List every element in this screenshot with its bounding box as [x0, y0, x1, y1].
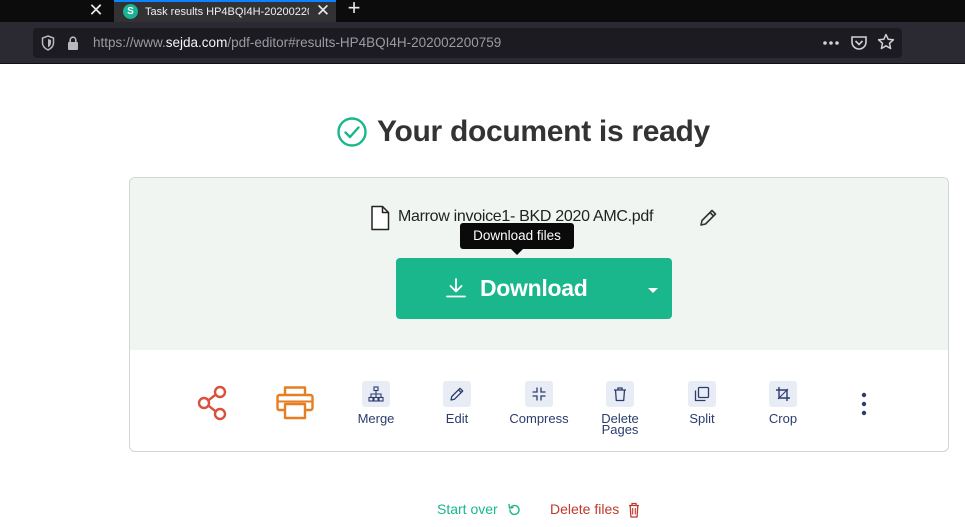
- crop-icon: [776, 387, 790, 401]
- tool-edit-label: Edit: [445, 411, 469, 426]
- tool-delete-pages[interactable]: Delete Pages: [580, 350, 660, 451]
- split-icon-tile: [688, 381, 716, 407]
- rename-pencil-icon[interactable]: [698, 208, 718, 228]
- url-prefix: https://www.: [93, 35, 166, 50]
- url-text[interactable]: https://www.sejda.com/pdf-editor#results…: [93, 35, 501, 51]
- download-tooltip: Download files: [460, 223, 574, 249]
- result-card-top: Marrow invoice1- BKD 2020 AMC.pdf Downlo…: [130, 178, 948, 350]
- download-label: Download: [480, 275, 588, 301]
- caret-down-icon: [648, 288, 658, 293]
- delete-pages-line2: Pages: [601, 422, 639, 437]
- delete-pages-icon-tile: [606, 381, 634, 407]
- tool-merge[interactable]: Merge: [336, 350, 416, 451]
- close-tab-icon[interactable]: ✕: [315, 2, 331, 22]
- url-path: /pdf-editor#results-HP4BQI4H-20200220075…: [227, 35, 502, 50]
- merge-icon: [368, 386, 384, 402]
- page-title: Your document is ready: [377, 115, 710, 148]
- compress-icon-tile: [525, 381, 553, 407]
- pocket-icon[interactable]: [850, 34, 868, 52]
- tool-edit[interactable]: Edit: [417, 350, 497, 451]
- undo-icon[interactable]: [507, 503, 521, 517]
- check-circle-icon: [337, 117, 367, 147]
- start-over-link[interactable]: Start over: [437, 501, 498, 517]
- download-main-button[interactable]: Download: [396, 258, 628, 319]
- page-heading: Your document is ready: [336, 112, 710, 152]
- url-bar[interactable]: https://www.sejda.com/pdf-editor#results…: [33, 28, 902, 58]
- edit-pencil-icon: [450, 387, 464, 401]
- result-card: Marrow invoice1- BKD 2020 AMC.pdf Downlo…: [129, 177, 949, 452]
- merge-icon-tile: [362, 381, 390, 407]
- tools-row: Merge Edit Compress Delete Pages Split C…: [130, 350, 948, 451]
- more-actions-icon[interactable]: [821, 33, 841, 53]
- tool-delete-pages-label: Delete Pages: [580, 412, 660, 437]
- bookmark-star-icon[interactable]: [877, 33, 895, 51]
- close-tab-icon[interactable]: ✕: [86, 0, 106, 22]
- trash-icon[interactable]: [628, 502, 640, 518]
- download-button[interactable]: Download: [396, 258, 672, 319]
- crop-icon-tile: [769, 381, 797, 407]
- trash-icon: [614, 387, 626, 402]
- tool-merge-label: Merge: [357, 411, 395, 426]
- browser-tab-bar: ✕ S Task results HP4BQI4H-202002200759 ✕…: [0, 0, 965, 22]
- delete-files-link[interactable]: Delete files: [550, 501, 619, 517]
- file-icon: [371, 205, 390, 231]
- sejda-favicon-icon: S: [123, 4, 138, 19]
- tool-compress[interactable]: Compress: [499, 350, 579, 451]
- shield-icon[interactable]: [41, 35, 55, 51]
- split-icon: [694, 386, 710, 402]
- tool-crop-label: Crop: [768, 411, 798, 426]
- compress-icon: [532, 387, 546, 401]
- browser-tab-active[interactable]: S Task results HP4BQI4H-202002200759 ✕: [114, 0, 336, 22]
- tool-compress-label: Compress: [509, 411, 569, 426]
- tool-crop[interactable]: Crop: [743, 350, 823, 451]
- browser-nav-bar: https://www.sejda.com/pdf-editor#results…: [0, 22, 965, 64]
- more-vertical-icon[interactable]: [858, 392, 870, 416]
- download-options-button[interactable]: [628, 258, 672, 319]
- tab-title: Task results HP4BQI4H-202002200759: [145, 6, 309, 18]
- share-icon[interactable]: [196, 385, 230, 421]
- tool-split[interactable]: Split: [662, 350, 742, 451]
- lock-icon[interactable]: [66, 35, 80, 51]
- print-icon[interactable]: [276, 385, 314, 421]
- new-tab-icon[interactable]: +: [343, 0, 365, 20]
- edit-icon-tile: [443, 381, 471, 407]
- tool-split-label: Split: [689, 411, 715, 426]
- tooltip-arrow: [511, 249, 523, 255]
- download-icon: [446, 278, 466, 298]
- url-domain: sejda.com: [165, 35, 228, 50]
